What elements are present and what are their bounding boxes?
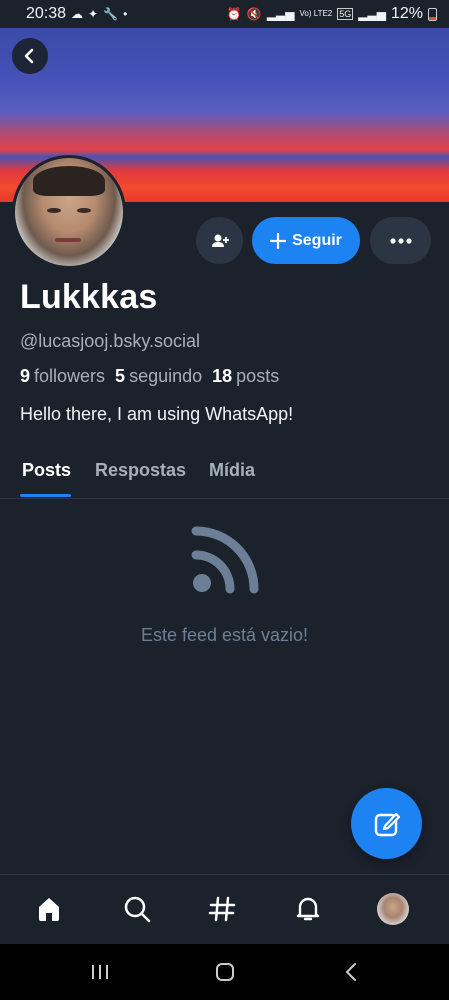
recent-apps-button[interactable] bbox=[80, 958, 120, 986]
mute-icon: 🔇 bbox=[246, 7, 262, 21]
hashtag-icon bbox=[208, 896, 236, 922]
profile-bio: Hello there, I am using WhatsApp! bbox=[20, 404, 294, 424]
followers-label: followers bbox=[34, 366, 106, 386]
posts-stat: 18 posts bbox=[212, 366, 279, 387]
person-add-icon bbox=[211, 234, 229, 247]
signal-icon: ▂▃▅ bbox=[266, 7, 295, 21]
plus-icon bbox=[270, 232, 287, 249]
follow-label: Seguir bbox=[292, 231, 342, 249]
back-system-button[interactable] bbox=[331, 958, 371, 986]
rss-icon bbox=[191, 526, 259, 594]
profile-stats: 9 followers 5 seguindo 18 posts bbox=[20, 366, 279, 387]
user-handle: @lucasjooj.bsky.social bbox=[20, 331, 201, 351]
back-button[interactable] bbox=[12, 38, 48, 74]
tab-respostas[interactable]: Respostas bbox=[95, 460, 186, 481]
nav-notifications[interactable] bbox=[288, 889, 328, 929]
system-navigation bbox=[0, 944, 449, 1000]
battery-icon bbox=[428, 7, 437, 21]
network-label: 5G bbox=[337, 8, 354, 20]
following-label: seguindo bbox=[129, 366, 203, 386]
nav-profile[interactable] bbox=[373, 889, 413, 929]
home-icon bbox=[39, 898, 59, 921]
nav-search[interactable] bbox=[117, 889, 157, 929]
recent-apps-icon bbox=[92, 965, 108, 979]
compose-button[interactable] bbox=[351, 788, 422, 859]
profile-tabs: Posts Respostas Mídia bbox=[0, 450, 449, 499]
chevron-left-icon bbox=[24, 48, 34, 64]
battery-percent: 12% bbox=[390, 5, 423, 22]
bottom-navigation bbox=[0, 874, 449, 945]
back-chevron-icon bbox=[345, 963, 356, 981]
home-system-button[interactable] bbox=[205, 958, 245, 986]
dot-icon: • bbox=[123, 7, 128, 21]
display-name: Lukkkas bbox=[20, 278, 158, 316]
active-tab-indicator bbox=[20, 494, 71, 497]
edit-icon bbox=[374, 812, 400, 836]
empty-feed-message: Este feed está vazio! bbox=[140, 625, 309, 645]
posts-label: posts bbox=[236, 366, 280, 386]
volte-label: Vo) LTE2 bbox=[299, 9, 333, 18]
butterfly-icon: ✦ bbox=[88, 7, 99, 21]
profile-avatar[interactable] bbox=[12, 155, 126, 269]
more-options-button[interactable] bbox=[370, 217, 431, 264]
status-bar: 20:38 ☁ ✦ 🔧 • ⏰ 🔇 ▂▃▅ Vo) LTE2 5G ▂▃▅ 12… bbox=[0, 0, 449, 28]
home-circle-icon bbox=[216, 963, 234, 981]
status-time: 20:38 bbox=[26, 5, 67, 22]
cloud-icon: ☁ bbox=[71, 7, 84, 21]
following-stat[interactable]: 5 seguindo bbox=[115, 366, 202, 387]
tab-midia[interactable]: Mídia bbox=[209, 460, 255, 481]
following-count: 5 bbox=[115, 366, 126, 386]
wrench-icon: 🔧 bbox=[103, 7, 119, 21]
follow-button[interactable]: Seguir bbox=[252, 217, 360, 264]
posts-count: 18 bbox=[212, 366, 233, 386]
nav-home[interactable] bbox=[29, 889, 69, 929]
alarm-icon: ⏰ bbox=[226, 7, 242, 21]
followers-count: 9 bbox=[20, 366, 31, 386]
signal-icon-2: ▂▃▅ bbox=[358, 7, 386, 21]
followers-stat[interactable]: 9 followers bbox=[20, 366, 105, 387]
avatar bbox=[377, 893, 409, 925]
tab-posts[interactable]: Posts bbox=[22, 460, 71, 481]
bell-icon bbox=[296, 897, 320, 921]
nav-feeds[interactable] bbox=[202, 889, 242, 929]
ellipsis-icon bbox=[389, 237, 412, 244]
add-user-button[interactable] bbox=[196, 217, 243, 264]
search-icon bbox=[124, 896, 151, 923]
